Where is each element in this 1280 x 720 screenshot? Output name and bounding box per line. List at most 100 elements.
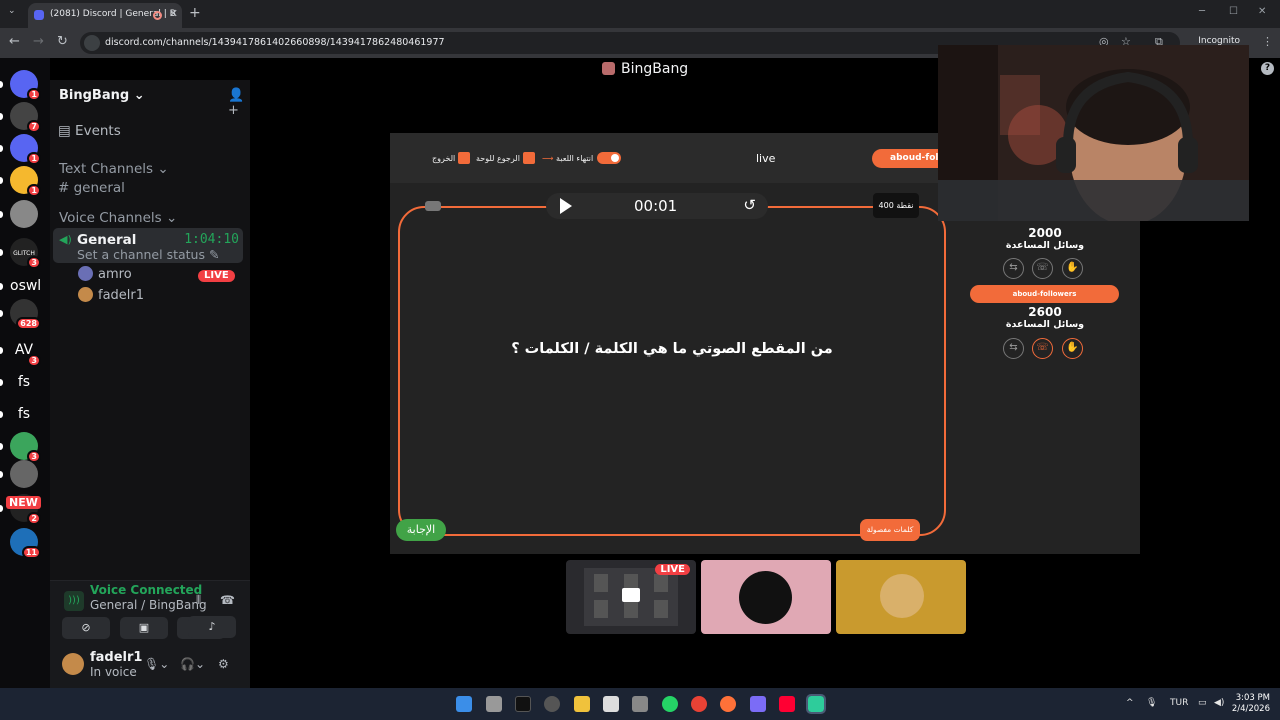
- firefox-icon[interactable]: [720, 696, 736, 712]
- phone-icon[interactable]: ☏: [1032, 338, 1053, 359]
- swap-icon[interactable]: ⇆: [1003, 258, 1024, 279]
- screen-share-thumbnail[interactable]: LIVE: [566, 560, 696, 634]
- end-game-toggle[interactable]: ⟶ انتهاء اللعبة: [542, 152, 622, 164]
- server-icon-1[interactable]: 7: [10, 102, 41, 133]
- url-text[interactable]: discord.com/channels/1439417861402660898…: [105, 37, 445, 48]
- hand-icon[interactable]: ✋: [1062, 338, 1083, 359]
- server-icon-10[interactable]: fs: [10, 400, 38, 428]
- close-tab-icon[interactable]: ✕: [169, 7, 178, 20]
- back-icon[interactable]: ←: [9, 34, 20, 49]
- invite-people-icon[interactable]: 👤+: [228, 88, 250, 118]
- username[interactable]: fadelr1: [90, 650, 142, 665]
- voice-location[interactable]: General / BingBang: [90, 598, 207, 612]
- site-info-icon[interactable]: [84, 35, 100, 51]
- tray-chevron-icon[interactable]: ^: [1126, 698, 1134, 708]
- audio-player: 00:01 ↺: [546, 193, 768, 219]
- text-channels-header[interactable]: Text Channels ⌄: [59, 161, 169, 177]
- maximize-icon[interactable]: ☐: [1229, 6, 1238, 17]
- start-icon[interactable]: [456, 696, 472, 712]
- headphones-icon[interactable]: 🎧⌄: [180, 657, 205, 671]
- chrome-icon[interactable]: [691, 696, 707, 712]
- task-view-icon[interactable]: [486, 696, 502, 712]
- chatgpt-icon[interactable]: [544, 696, 560, 712]
- tray-mic-icon[interactable]: 🎙: [1146, 698, 1157, 708]
- answer-button[interactable]: الإجابة: [396, 519, 446, 541]
- menu-icon[interactable]: ⋮: [1262, 35, 1273, 48]
- server-name-button[interactable]: BingBang ⌄: [59, 88, 145, 103]
- app-icon[interactable]: [632, 696, 648, 712]
- youtube-icon[interactable]: [779, 696, 795, 712]
- server-icon-3[interactable]: 1: [10, 166, 41, 197]
- close-window-icon[interactable]: ✕: [1258, 6, 1266, 17]
- server-icon-5[interactable]: GLITCH 3: [10, 238, 41, 269]
- windows-taskbar: ^ 🎙 TUR ▭ ◀) 3:03 PM 2/4/2026: [0, 688, 1280, 720]
- participant-thumbnails: LIVE: [566, 560, 966, 634]
- camera-off-icon[interactable]: ⊘: [62, 617, 110, 639]
- events-item[interactable]: ▤ Events: [58, 123, 121, 139]
- server-icon-2[interactable]: 1: [10, 134, 41, 165]
- server-icon-12[interactable]: [10, 460, 38, 488]
- voice-channel-general[interactable]: ◀) General 1:04:10 Set a channel status …: [53, 228, 243, 263]
- soundboard-button[interactable]: ♪: [188, 616, 236, 638]
- server-icon-14[interactable]: 11: [10, 528, 41, 559]
- channel-sidebar: BingBang ⌄ 👤+ ▤ Events Text Channels ⌄ #…: [50, 80, 250, 688]
- user-status: In voice: [90, 665, 137, 679]
- server-icon-9[interactable]: fs: [10, 368, 38, 396]
- soundboard-icon[interactable]: [235, 617, 242, 639]
- channel-general[interactable]: # general: [58, 180, 125, 196]
- server-icon-4[interactable]: [10, 200, 38, 228]
- help-tools-label: وسائل المساعدة: [1005, 319, 1085, 330]
- mention-badge: 11: [21, 546, 41, 559]
- keyboard-language[interactable]: TUR: [1170, 698, 1188, 708]
- user-avatar[interactable]: [62, 653, 84, 675]
- server-icon-6[interactable]: oswl: [10, 272, 42, 300]
- file-explorer-icon[interactable]: [574, 696, 590, 712]
- server-icon-8[interactable]: AV 3: [10, 336, 41, 367]
- exit-button[interactable]: الخروج: [432, 152, 471, 164]
- swap-icon[interactable]: ⇆: [1003, 338, 1024, 359]
- server-icon-11[interactable]: 3: [10, 432, 41, 463]
- tab-search-icon[interactable]: ⌄: [8, 6, 16, 16]
- server-icon-7[interactable]: 628: [10, 299, 41, 330]
- audio-timer: 00:01: [634, 197, 678, 215]
- screen-share-icon[interactable]: ▣: [120, 617, 168, 639]
- copilot-icon[interactable]: [750, 696, 766, 712]
- server-icon: [602, 62, 615, 75]
- browser-tab[interactable]: (2081) Discord | General | B ✕: [28, 3, 182, 28]
- participant-amro-tile[interactable]: [701, 560, 831, 634]
- server-icon-0[interactable]: 1: [10, 70, 41, 101]
- back-to-board-button[interactable]: الرجوع للوحة: [476, 152, 535, 164]
- disconnect-icon[interactable]: ☎: [220, 593, 235, 607]
- voice-status[interactable]: Voice Connected: [90, 583, 202, 597]
- restart-icon[interactable]: ↺: [743, 196, 756, 214]
- phone-icon[interactable]: ☏: [1032, 258, 1053, 279]
- new-tab-icon[interactable]: +: [189, 5, 201, 21]
- unread-pill: [0, 113, 3, 120]
- active-app-icon[interactable]: [806, 694, 826, 714]
- member-fadelr1[interactable]: fadelr1: [78, 287, 144, 303]
- voice-channels-header[interactable]: Voice Channels ⌄: [59, 210, 177, 226]
- signal-icon[interactable]: ))): [64, 591, 84, 611]
- hidden-words-button[interactable]: كلمات مفصولة: [860, 519, 920, 541]
- forward-icon[interactable]: →: [33, 34, 44, 49]
- participant-fadelr1-tile[interactable]: [836, 560, 966, 634]
- tradingview-icon[interactable]: [515, 696, 531, 712]
- channel-status-prompt[interactable]: Set a channel status ✎: [77, 247, 219, 262]
- hand-icon[interactable]: ✋: [1062, 258, 1083, 279]
- microphone-icon[interactable]: 🎙⌄: [144, 657, 169, 671]
- member-amro[interactable]: amro: [78, 266, 132, 282]
- volume-icon[interactable]: ◀): [1214, 698, 1224, 708]
- server-label: oswl: [10, 278, 42, 294]
- help-icon[interactable]: ?: [1261, 62, 1274, 75]
- settings-gear-icon[interactable]: ⚙: [218, 657, 229, 671]
- live-label: live: [756, 152, 776, 165]
- system-clock[interactable]: 3:03 PM 2/4/2026: [1232, 693, 1270, 715]
- network-icon[interactable]: ▭: [1198, 698, 1207, 708]
- clapper-icon[interactable]: [603, 696, 619, 712]
- reload-icon[interactable]: ↻: [57, 34, 68, 49]
- minimize-icon[interactable]: ─: [1199, 6, 1205, 17]
- noise-suppression-icon[interactable]: ⫴: [196, 593, 201, 608]
- whatsapp-icon[interactable]: [662, 696, 678, 712]
- avatar: [78, 266, 93, 281]
- play-icon[interactable]: [560, 198, 572, 214]
